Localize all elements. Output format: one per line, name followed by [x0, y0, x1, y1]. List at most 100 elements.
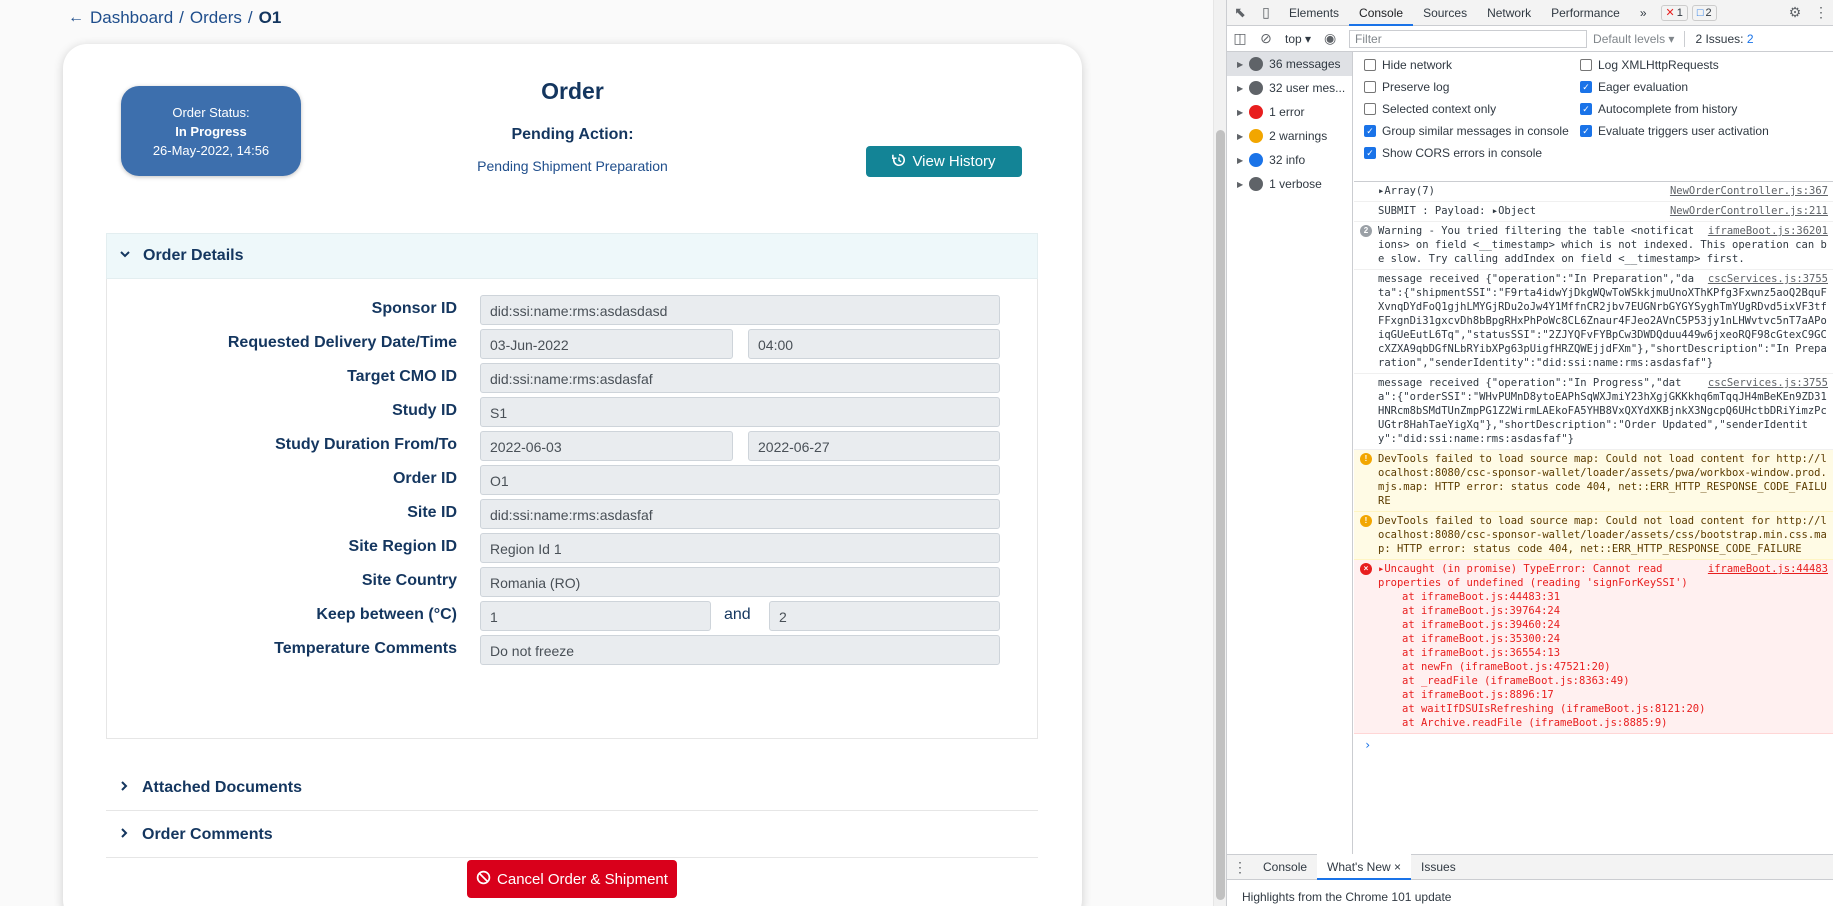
stack-frame[interactable]: at iframeBoot.js:39460:24 — [1378, 618, 1828, 632]
stack-frame[interactable]: at iframeBoot.js:39764:24 — [1378, 604, 1828, 618]
cancel-order-button[interactable]: Cancel Order & Shipment — [467, 860, 677, 898]
setting-label: Eager evaluation — [1598, 80, 1689, 94]
stack-frame[interactable]: at waitIfDSUIsRefreshing (iframeBoot.js:… — [1378, 702, 1828, 716]
temp-min-field[interactable]: 1 — [480, 601, 711, 631]
study-from-field[interactable]: 2022-06-03 — [480, 431, 733, 461]
site-id-field[interactable]: did:ssi:name:rms:asdasfaf — [480, 499, 1000, 529]
setting-checkbox[interactable]: ✓ Show CORS errors in console — [1364, 146, 1542, 160]
source-link[interactable]: cscServices.js:3755 — [1708, 272, 1828, 286]
log-levels-select[interactable]: Default levels ▾ — [1587, 32, 1680, 46]
field-row: Site ID did:ssi:name:rms:asdasfaf — [107, 499, 1039, 529]
inspect-icon[interactable]: ⬉ — [1227, 0, 1253, 26]
breadcrumb-current: O1 — [258, 8, 282, 27]
and-label: and — [724, 606, 751, 623]
sidebar-item[interactable]: ▶ 1 verbose — [1227, 172, 1352, 196]
stack-frame[interactable]: at newFn (iframeBoot.js:47521:20) — [1378, 660, 1828, 674]
scrollbar-thumb[interactable] — [1216, 130, 1225, 900]
delivery-time-field[interactable]: 04:00 — [748, 329, 1000, 359]
sponsor-id-field[interactable]: did:ssi:name:rms:asdasdasd — [480, 295, 1000, 325]
info-count-badge[interactable]: □ 2 — [1691, 4, 1717, 21]
temp-comments-field[interactable]: Do not freeze — [480, 635, 1000, 665]
expand-arrow-icon: ▶ — [1237, 107, 1244, 117]
status-label: Order Status: — [172, 105, 250, 120]
setting-checkbox[interactable]: Hide network — [1364, 58, 1452, 72]
whats-new-highlights: Highlights from the Chrome 101 update — [1242, 890, 1452, 904]
target-cmo-field[interactable]: did:ssi:name:rms:asdasfaf — [480, 363, 1000, 393]
stack-frame[interactable]: at iframeBoot.js:8896:17 — [1378, 688, 1828, 702]
error-icon — [1249, 105, 1264, 119]
context-select[interactable]: top ▾ — [1279, 32, 1317, 46]
section-title: Attached Documents — [142, 778, 303, 796]
checkbox-checked-icon: ✓ — [1364, 125, 1376, 137]
clear-console-icon[interactable]: ⊘ — [1253, 26, 1279, 52]
source-link[interactable]: iframeBoot.js:44483 — [1708, 562, 1828, 576]
back-arrow-icon[interactable]: ← — [68, 9, 84, 27]
study-id-field[interactable]: S1 — [480, 397, 1000, 427]
sidebar-item[interactable]: ▶ 1 error — [1227, 100, 1352, 124]
drawer-tab-whats-new[interactable]: What's New × — [1317, 854, 1412, 880]
issues-button[interactable]: 2 Issues: 2 — [1689, 32, 1759, 46]
setting-checkbox[interactable]: ✓ Evaluate triggers user activation — [1580, 124, 1769, 138]
source-link[interactable]: NewOrderController.js:367 — [1670, 184, 1828, 198]
drawer-menu-icon[interactable]: ⋮ — [1227, 854, 1253, 880]
setting-checkbox[interactable]: Selected context only — [1364, 102, 1496, 116]
site-country-field[interactable]: Romania (RO) — [480, 567, 1000, 597]
stack-frame[interactable]: at Archive.readFile (iframeBoot.js:8885:… — [1378, 716, 1828, 730]
eye-icon[interactable]: ◉ — [1317, 26, 1343, 52]
attached-documents-toggle[interactable]: Attached Documents — [106, 765, 1038, 811]
log-levels-value: Default levels — [1593, 31, 1666, 46]
source-link[interactable]: iframeBoot.js:36201 — [1708, 224, 1828, 238]
field-row: Order ID O1 — [107, 465, 1039, 495]
setting-checkbox[interactable]: Preserve log — [1364, 80, 1449, 94]
error-count: 1 — [1676, 6, 1683, 19]
tab-console[interactable]: Console — [1349, 0, 1414, 26]
sidebar-item[interactable]: ▶ 32 user mes... — [1227, 76, 1352, 100]
order-comments-toggle[interactable]: Order Comments — [106, 812, 1038, 858]
drawer-tab-issues[interactable]: Issues — [1411, 854, 1466, 880]
console-prompt[interactable]: › — [1354, 734, 1833, 752]
sidebar-toggle-icon[interactable]: ◫ — [1227, 26, 1253, 52]
stack-frame[interactable]: at iframeBoot.js:44483:31 — [1378, 590, 1828, 604]
issues-count: 2 — [1746, 31, 1754, 46]
breadcrumb-orders[interactable]: Orders — [190, 8, 242, 28]
close-icon[interactable]: × — [1394, 860, 1401, 874]
delivery-date-field[interactable]: 03-Jun-2022 — [480, 329, 733, 359]
sidebar-item[interactable]: ▶ 2 warnings — [1227, 124, 1352, 148]
stack-frame[interactable]: at iframeBoot.js:36554:13 — [1378, 646, 1828, 660]
view-history-button[interactable]: View History — [866, 146, 1022, 177]
site-country-label: Site Country — [361, 572, 457, 589]
setting-checkbox[interactable]: ✓ Eager evaluation — [1580, 80, 1688, 94]
source-link[interactable]: NewOrderController.js:211 — [1670, 204, 1828, 218]
study-to-field[interactable]: 2022-06-27 — [748, 431, 1000, 461]
field-row: Keep between (°C) 1 and 2 — [107, 601, 1039, 631]
sidebar-item[interactable]: ▶ 36 messages — [1227, 52, 1352, 76]
source-link[interactable]: cscServices.js:3755 — [1708, 376, 1828, 390]
order-details-toggle[interactable]: Order Details — [106, 233, 1038, 279]
order-id-field[interactable]: O1 — [480, 465, 1000, 495]
temp-max-field[interactable]: 2 — [769, 601, 1000, 631]
drawer-tab-console[interactable]: Console — [1253, 854, 1317, 880]
kebab-menu-icon[interactable]: ⋮ — [1808, 0, 1833, 26]
tab-performance[interactable]: Performance — [1541, 0, 1630, 26]
tab-elements[interactable]: Elements — [1279, 0, 1349, 26]
breadcrumb-dashboard[interactable]: Dashboard — [90, 8, 173, 28]
cancel-order-label: Cancel Order & Shipment — [497, 870, 668, 888]
sidebar-item-label: 32 user mes... — [1269, 81, 1346, 95]
history-icon — [892, 153, 906, 171]
gear-icon[interactable]: ⚙ — [1782, 0, 1808, 26]
setting-checkbox[interactable]: ✓ Autocomplete from history — [1580, 102, 1737, 116]
error-count-badge[interactable]: ✕ 1 — [1660, 4, 1688, 21]
more-tabs-icon[interactable]: » — [1630, 0, 1657, 26]
stack-frame[interactable]: at iframeBoot.js:35300:24 — [1378, 632, 1828, 646]
setting-checkbox[interactable]: ✓ Group similar messages in console — [1364, 124, 1569, 138]
tab-network[interactable]: Network — [1477, 0, 1541, 26]
stack-frame[interactable]: at _readFile (iframeBoot.js:8363:49) — [1378, 674, 1828, 688]
site-region-field[interactable]: Region Id 1 — [480, 533, 1000, 563]
sidebar-item[interactable]: ▶ 32 info — [1227, 148, 1352, 172]
warning-icon: ! — [1360, 453, 1372, 465]
filter-input[interactable]: Filter — [1349, 29, 1588, 48]
device-toolbar-icon[interactable]: ▯ — [1253, 0, 1279, 26]
tab-sources[interactable]: Sources — [1413, 0, 1477, 26]
setting-checkbox[interactable]: Log XMLHttpRequests — [1580, 58, 1719, 72]
page-scrollbar[interactable] — [1213, 0, 1226, 906]
